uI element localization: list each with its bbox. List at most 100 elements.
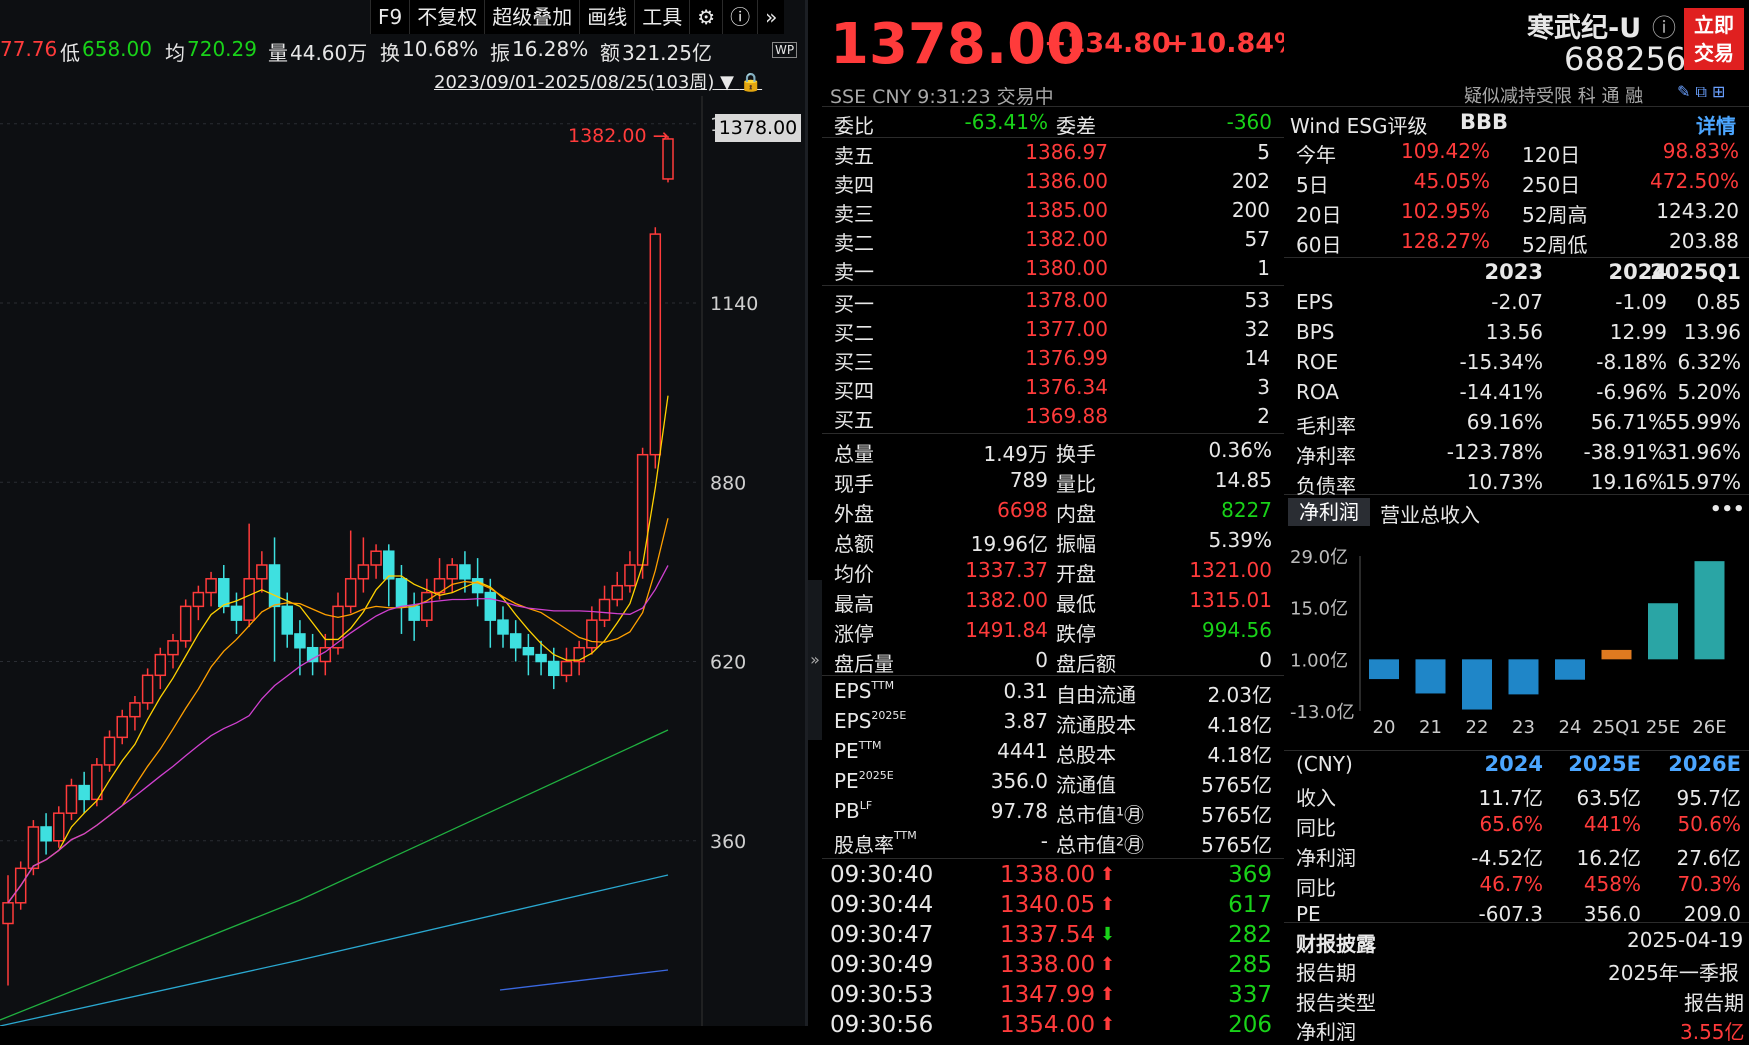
- price-change-pct: +10.84%: [1166, 28, 1301, 59]
- trade-button-line1: 立即: [1684, 11, 1744, 39]
- candle-body: [270, 565, 280, 606]
- bid-price[interactable]: 1376.99: [1025, 346, 1108, 370]
- stat-row-label2: 量比: [1056, 468, 1096, 497]
- ask-price[interactable]: 1380.00: [1025, 256, 1108, 280]
- candle-body: [231, 606, 241, 620]
- edit-icon[interactable]: ✎ ⧉ ⊞: [1677, 82, 1725, 102]
- bid-price[interactable]: 1377.00: [1025, 317, 1108, 341]
- info-icon[interactable]: ⓘ: [1652, 8, 1676, 43]
- fund-value1: 0.31: [1003, 679, 1048, 703]
- fin-year-header: 2023: [1485, 260, 1543, 284]
- ask-label: 卖三: [834, 198, 874, 227]
- profit-bar: [1416, 659, 1446, 693]
- tab-net-profit[interactable]: 净利润: [1288, 498, 1370, 526]
- toolbar-draw[interactable]: 画线: [579, 0, 634, 34]
- panel-divider[interactable]: [805, 0, 808, 1026]
- kline-chart[interactable]: 140011408806203601382.00 →: [0, 96, 805, 1026]
- fin-value: -38.91%: [1584, 440, 1667, 464]
- toolbar-overlay[interactable]: 超级叠加: [484, 0, 579, 34]
- fund-value2: 4.18亿: [1207, 709, 1272, 738]
- tick-volume: 337: [1228, 982, 1272, 1008]
- fin-value: 0.85: [1696, 290, 1741, 314]
- fin-value: -14.41%: [1460, 380, 1543, 404]
- fund-label2: 总股本: [1056, 739, 1116, 768]
- quote-panel: 1378.00 +134.80 +10.84% SSE CNY 9:31:23 …: [822, 0, 1284, 1026]
- stat-row-value2: 5.39%: [1208, 528, 1272, 552]
- forecast-value: 63.5亿: [1576, 782, 1641, 811]
- help-icon[interactable]: ⓘ: [722, 0, 757, 34]
- fund-label1-sup: TTM: [894, 829, 917, 842]
- profit-bar: [1648, 603, 1678, 659]
- stat-row-label1: 均价: [834, 558, 874, 587]
- ask-price[interactable]: 1386.00: [1025, 169, 1108, 193]
- esg-detail-link[interactable]: 详情: [1696, 110, 1736, 139]
- ask-price[interactable]: 1385.00: [1025, 198, 1108, 222]
- stat-low-label: 低: [60, 37, 80, 66]
- fund-label1: PBLF: [834, 799, 872, 823]
- fund-label2: 自由流通: [1056, 679, 1136, 708]
- candle-body: [219, 579, 229, 607]
- bid-volume: 53: [1245, 288, 1270, 312]
- esg-label: Wind ESG评级: [1290, 110, 1427, 139]
- double-chevron-icon[interactable]: »: [757, 0, 784, 34]
- wp-icon[interactable]: WP: [772, 42, 797, 58]
- forecast-value: 441%: [1584, 812, 1641, 836]
- bid-price[interactable]: 1369.88: [1025, 404, 1108, 428]
- perf-label2: 52周低: [1522, 229, 1587, 258]
- stat-row-value2: 1321.00: [1189, 558, 1272, 582]
- ask-price[interactable]: 1386.97: [1025, 140, 1108, 164]
- tab-revenue[interactable]: 营业总收入: [1380, 499, 1480, 528]
- ask-price[interactable]: 1382.00: [1025, 227, 1108, 251]
- fund-label1-text: 股息率: [834, 833, 894, 857]
- tick-volume: 617: [1228, 892, 1272, 918]
- trade-button[interactable]: 立即交易: [1684, 8, 1744, 70]
- bid-volume: 3: [1257, 375, 1270, 399]
- stat-amt: 321.25亿: [622, 37, 712, 66]
- bid-price[interactable]: 1378.00: [1025, 288, 1108, 312]
- more-icon[interactable]: •••: [1710, 499, 1745, 520]
- up-arrow-icon: ⬆: [1100, 984, 1115, 1005]
- stat-row-value2: 14.85: [1215, 468, 1272, 492]
- ask-volume: 5: [1257, 140, 1270, 164]
- tick-time: 09:30:49: [830, 952, 933, 978]
- fund-value2: 5765亿: [1201, 799, 1272, 828]
- bid-price[interactable]: 1376.34: [1025, 375, 1108, 399]
- bar-category-label: 26E: [1692, 717, 1726, 738]
- forecast-year: 2025E: [1568, 752, 1641, 776]
- stock-code: 688256: [1564, 40, 1686, 78]
- stat-row-label1: 总量: [834, 438, 874, 467]
- gear-icon[interactable]: ⚙: [689, 0, 722, 34]
- stat-row-label2: 换手: [1056, 438, 1096, 467]
- collapse-chevron-icon[interactable]: »: [808, 580, 822, 740]
- stat-row-value2: 1315.01: [1189, 588, 1272, 612]
- stat-row-label2: 内盘: [1056, 498, 1096, 527]
- forecast-value: 50.6%: [1677, 812, 1741, 836]
- fund-value1: 4441: [997, 739, 1048, 763]
- tick-price: 1354.00: [1000, 1012, 1095, 1038]
- perf-value2: 98.83%: [1663, 139, 1739, 163]
- toolbar-tools[interactable]: 工具: [634, 0, 689, 34]
- candle-body: [358, 565, 368, 579]
- stat-row-label2: 振幅: [1056, 528, 1096, 557]
- up-arrow-icon: ⬆: [1100, 864, 1115, 885]
- fund-label1-sup: LF: [860, 799, 872, 812]
- lock-icon[interactable]: 🔒: [740, 72, 762, 93]
- date-range-selector[interactable]: 2023/09/01-2025/08/25(103周) ▼ 🔒: [434, 68, 762, 94]
- fund-value1: 97.78: [991, 799, 1048, 823]
- stat-row-value1: 1382.00: [965, 588, 1048, 612]
- fin-label: 毛利率: [1296, 410, 1356, 439]
- fund-label2: 流通股本: [1056, 709, 1136, 738]
- stat-vol: 44.60万: [290, 37, 367, 66]
- bid-volume: 2: [1257, 404, 1270, 428]
- ask-label: 卖四: [834, 169, 874, 198]
- toolbar-f9[interactable]: F9: [370, 0, 409, 34]
- fund-label1: 股息率TTM: [834, 829, 917, 858]
- toolbar-no-adjust[interactable]: 不复权: [409, 0, 484, 34]
- forecast-value: 27.6亿: [1676, 842, 1741, 871]
- stat-row-value2: 8227: [1221, 498, 1272, 522]
- bar-category-label: 20: [1373, 717, 1396, 738]
- report-next: 3.55亿: [1680, 1016, 1745, 1045]
- kline-panel: F9 不复权 超级叠加 画线 工具 ⚙ ⓘ » 77.76 低 658.00 均…: [0, 0, 805, 1026]
- tick-time: 09:30:53: [830, 982, 933, 1008]
- bar-category-label: 21: [1419, 717, 1442, 738]
